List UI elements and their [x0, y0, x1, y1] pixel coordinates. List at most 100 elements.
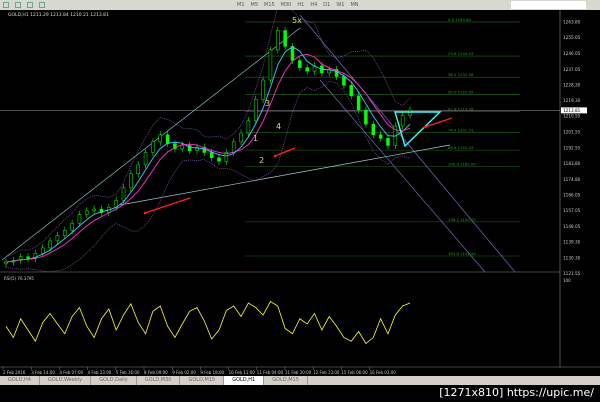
current-price-label: 1213.81	[563, 108, 581, 113]
y-tick-label: 1183.80	[563, 161, 581, 166]
tf-m30[interactable]: M30	[281, 2, 292, 8]
x-tick-label: 5 Feb 16:00	[116, 370, 140, 375]
tab-gold-m15-2[interactable]: GOLD,M15	[264, 376, 308, 385]
fib-level-label: 50.0 1222.92	[448, 89, 474, 94]
candle-body	[239, 132, 243, 143]
y-tick-label: 1166.05	[563, 192, 581, 197]
candle-body	[253, 99, 258, 121]
y-tick-label: 1121.55	[563, 271, 581, 276]
x-tick-label: 9 Feb 18:00	[200, 370, 224, 375]
tab-gold-weekly[interactable]: GOLD,Weekly	[40, 376, 92, 385]
rsi-max-label: 100	[563, 278, 571, 283]
tf-h1[interactable]: H1	[297, 2, 304, 8]
y-tick-label: 1157.05	[563, 208, 581, 213]
fib-level-label: 88.6 1191.33	[448, 145, 474, 150]
y-tick-label: 1237.05	[563, 67, 581, 72]
red-arrow-head	[423, 125, 427, 129]
fib-level-label: 100.0 1182.00	[448, 162, 476, 167]
y-tick-label: 1201.55	[563, 130, 581, 135]
y-tick-label: 1139.30	[563, 240, 581, 245]
fib-level-label: 76.4 1201.31	[448, 127, 474, 132]
price-chart[interactable]: 1263.80 1255.05 1246.05 1237.05 1228.30 1219.…	[0, 10, 600, 376]
red-arrow	[274, 147, 296, 157]
chart-header: GOLD,H1 1211.29 1213.84 1210.21 1213.81	[8, 13, 109, 18]
x-tick-label: 4 Feb 07:00	[59, 370, 83, 375]
tf-h4[interactable]: H4	[310, 2, 317, 8]
candle-body	[246, 120, 251, 134]
candle-body	[158, 134, 163, 143]
trendline	[119, 144, 451, 206]
wave-label: 3	[265, 99, 270, 108]
y-tick-label: 1148.05	[563, 224, 581, 229]
zoom-in-icon[interactable]	[27, 2, 33, 8]
candle-body	[121, 187, 126, 201]
search-input[interactable]	[511, 1, 586, 9]
candle-body	[364, 109, 368, 125]
y-tick-label: 1263.80	[563, 20, 581, 25]
candle-body	[298, 60, 302, 68]
tf-m5[interactable]: M5	[251, 2, 259, 8]
candle-body	[290, 46, 295, 61]
wave-label: 2	[259, 156, 264, 165]
candle-body	[77, 214, 82, 224]
candle-body	[209, 152, 214, 159]
candle-body	[143, 152, 148, 166]
candle-body	[129, 173, 133, 189]
x-tick-label: 11 Feb 04:00	[257, 370, 284, 375]
candle-body	[231, 141, 236, 153]
candle-body	[70, 222, 74, 231]
tf-w1[interactable]: W1	[336, 2, 344, 8]
x-tick-label: 9 Feb 02:00	[172, 370, 196, 375]
red-arrow-head	[273, 154, 277, 158]
candle-body	[356, 95, 361, 111]
profiles-icon[interactable]	[15, 2, 21, 8]
candle-body	[26, 256, 30, 259]
tab-gold-h4[interactable]: GOLD,H4	[0, 376, 40, 385]
new-chart-icon[interactable]	[3, 2, 9, 8]
watermark: [1271x810] https://upic.me/	[439, 386, 594, 399]
candle-body	[268, 49, 273, 81]
candle-body	[151, 141, 155, 153]
fib-level-label: 161.8 1131.44	[448, 251, 476, 256]
fib-level-label: 23.6 1244.53	[448, 51, 474, 56]
rsi-label: RSI(5) 76.3795	[4, 276, 34, 281]
chart-tabs: GOLD,H4 GOLD,Weekly GOLD,Daily GOLD,M30 …	[0, 376, 600, 385]
tf-m15[interactable]: M15	[264, 2, 275, 8]
tab-gold-h1[interactable]: GOLD,H1	[224, 376, 265, 385]
candle-body	[165, 134, 170, 144]
rsi-line	[5, 300, 411, 345]
x-tick-label: 2 Feb 2016	[3, 370, 26, 375]
candle-body	[349, 85, 353, 97]
candle-body	[85, 210, 89, 215]
tab-gold-m15[interactable]: GOLD,M15	[180, 376, 225, 385]
tf-d1[interactable]: D1	[323, 2, 330, 8]
candle-body	[276, 30, 280, 51]
tf-m1[interactable]: M1	[237, 2, 245, 8]
candle-body	[400, 115, 405, 127]
candle-body	[261, 79, 265, 100]
trendline	[1, 27, 301, 261]
wave-label: 5x	[292, 16, 302, 25]
x-tick-label: 10 Feb 11:00	[229, 370, 256, 375]
tab-gold-daily[interactable]: GOLD,Daily	[91, 376, 137, 385]
zoom-out-icon[interactable]	[39, 2, 45, 8]
tf-mn[interactable]: MN	[350, 2, 358, 8]
y-tick-label: 1219.30	[563, 98, 581, 103]
candle-body	[48, 240, 52, 249]
x-tick-label: 3 Feb 14:00	[31, 370, 55, 375]
x-tick-label: 11 Feb 20:00	[285, 370, 312, 375]
fib-level-label: 38.2 1232.58	[448, 72, 474, 77]
x-tick-label: 16 Feb 03:00	[370, 370, 397, 375]
ma-slow-line	[5, 53, 411, 263]
candle-body	[40, 247, 45, 254]
y-tick-label: 1192.55	[563, 145, 581, 150]
y-tick-label: 1228.30	[563, 82, 581, 87]
candle-body	[283, 30, 287, 47]
candle-body	[371, 123, 376, 136]
x-tick-label: 15 Feb 06:00	[341, 370, 368, 375]
x-tick-label: 4 Feb 23:00	[88, 370, 112, 375]
candle-body	[92, 208, 96, 212]
bollinger-upper	[5, 10, 411, 258]
tab-gold-m30[interactable]: GOLD,M30	[137, 376, 181, 385]
ma-fast-line	[5, 46, 411, 263]
